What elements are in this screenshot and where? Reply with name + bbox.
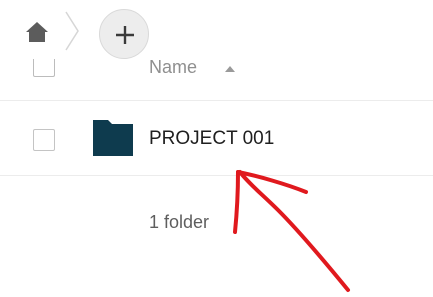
home-icon[interactable] <box>25 20 49 44</box>
name-column-header[interactable]: Name <box>149 57 197 78</box>
table-row[interactable]: PROJECT 001 <box>0 101 433 175</box>
row-divider <box>0 175 433 176</box>
sort-ascending-icon[interactable] <box>225 66 235 72</box>
folder-icon <box>93 120 133 156</box>
add-button[interactable] <box>99 9 149 59</box>
file-name[interactable]: PROJECT 001 <box>149 128 274 150</box>
file-browser: Name PROJECT 001 1 folder <box>0 0 433 297</box>
item-count-summary: 1 folder <box>149 212 210 232</box>
plus-icon <box>116 26 134 44</box>
chevron-right-icon <box>62 10 82 52</box>
row-checkbox[interactable] <box>33 129 55 151</box>
select-all-checkbox[interactable] <box>33 59 55 77</box>
